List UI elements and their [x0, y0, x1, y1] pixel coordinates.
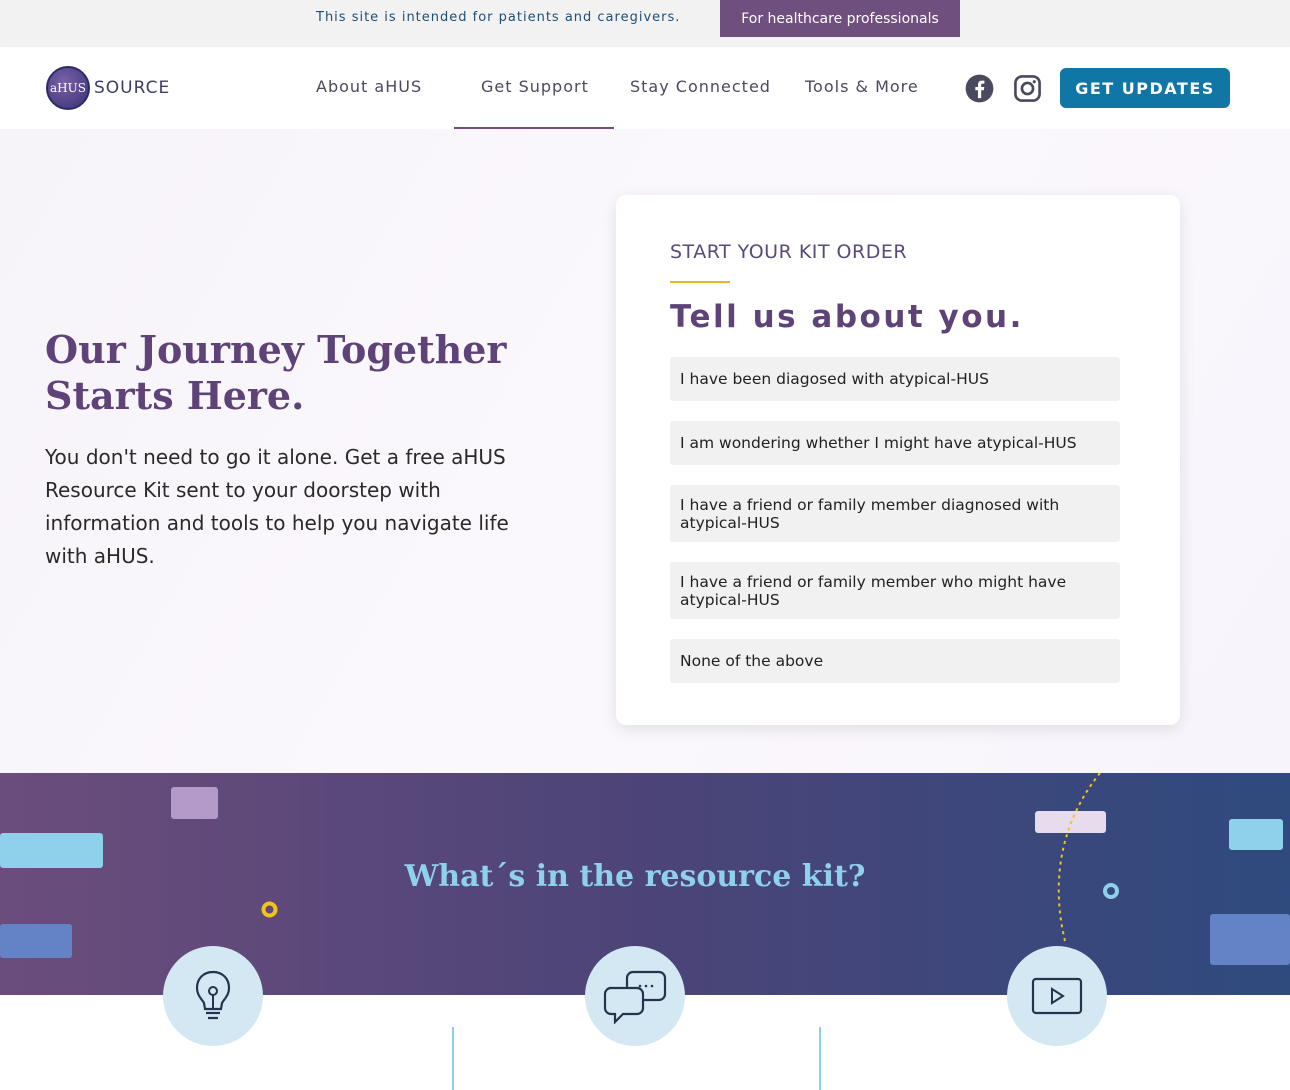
top-banner: This site is intended for patients and c… [0, 0, 1290, 47]
audience-note: This site is intended for patients and c… [316, 10, 681, 25]
facebook-icon[interactable] [965, 74, 994, 103]
eyebrow-divider [670, 281, 730, 283]
kit-order-card: START YOUR KIT ORDER Tell us about you. … [616, 195, 1180, 725]
option-friend-might-have[interactable]: I have a friend or family member who mig… [670, 562, 1120, 619]
resource-kit-title: What´s in the resource kit? [404, 859, 866, 894]
column-divider [452, 1027, 454, 1090]
hero-description: You don't need to go it alone. Get a fre… [45, 445, 509, 568]
kit-order-eyebrow: START YOUR KIT ORDER [670, 241, 908, 263]
nav-tools-more[interactable]: Tools & More [805, 77, 919, 96]
decor-ring [261, 901, 278, 918]
decor-block [0, 924, 72, 958]
video-play-icon [1007, 946, 1107, 1046]
column-divider [819, 1027, 821, 1090]
logo-badge: aHUS [46, 66, 90, 110]
option-none[interactable]: None of the above [670, 639, 1120, 683]
instagram-icon[interactable] [1013, 74, 1042, 103]
healthcare-professionals-button[interactable]: For healthcare professionals [720, 0, 960, 37]
decor-block [171, 787, 218, 819]
hero-title: Our Journey Together Starts Here. [45, 327, 507, 418]
option-diagnosed[interactable]: I have been diagosed with atypical-HUS [670, 357, 1120, 401]
hero-section: Our Journey Together Starts Here. You do… [0, 129, 1290, 773]
lightbulb-icon [163, 946, 263, 1046]
nav-stay-connected[interactable]: Stay Connected [630, 77, 771, 96]
logo-text: SOURCE [94, 78, 171, 98]
nav-get-support[interactable]: Get Support [481, 77, 589, 96]
chat-bubbles-icon [585, 946, 685, 1046]
site-logo[interactable]: aHUS SOURCE [46, 66, 170, 110]
decor-block [1210, 914, 1290, 965]
site-header: aHUS SOURCE About aHUS Get Support Stay … [0, 47, 1290, 129]
kit-order-heading: Tell us about you. [670, 299, 1024, 335]
nav-about-ahus[interactable]: About aHUS [316, 77, 422, 96]
get-updates-button[interactable]: GET UPDATES [1060, 68, 1230, 108]
option-wondering[interactable]: I am wondering whether I might have atyp… [670, 421, 1120, 465]
option-friend-diagnosed[interactable]: I have a friend or family member diagnos… [670, 485, 1120, 542]
decor-block [1229, 819, 1283, 850]
